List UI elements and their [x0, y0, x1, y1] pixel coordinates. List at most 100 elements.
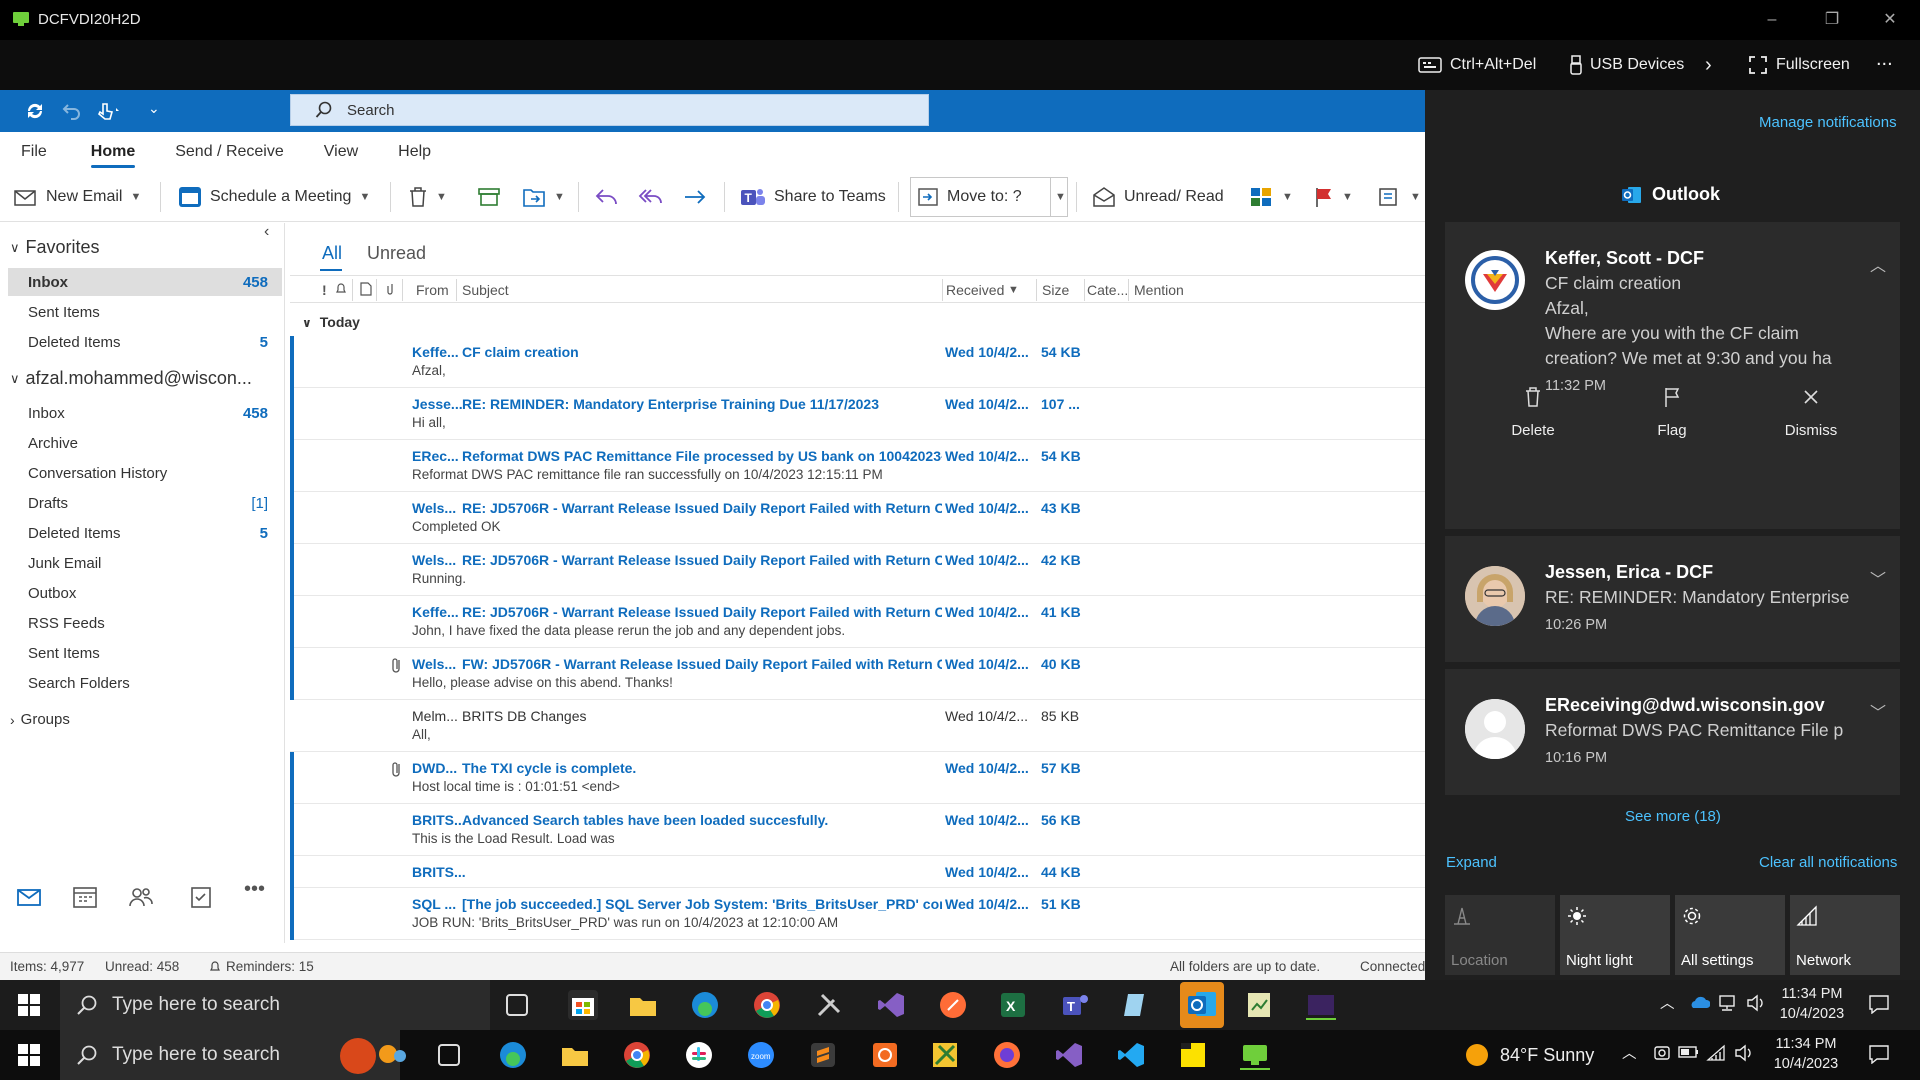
menu-help[interactable]: Help — [387, 132, 442, 172]
chevron-down-icon[interactable]: ▼ — [1342, 191, 1353, 203]
slack-icon[interactable] — [684, 1040, 714, 1070]
mail-icon[interactable] — [16, 884, 42, 910]
volume-icon[interactable] — [1746, 994, 1766, 1012]
postman-icon[interactable] — [938, 990, 968, 1020]
chevron-down-icon[interactable]: ▼ — [359, 191, 370, 203]
network-icon[interactable] — [1718, 994, 1740, 1012]
folder-conversation-history[interactable]: Conversation History — [8, 459, 282, 487]
quick-action-all-settings[interactable]: All settings — [1675, 895, 1785, 975]
store-icon[interactable] — [568, 990, 598, 1020]
collapse-pane-icon[interactable]: ‹ — [264, 223, 269, 241]
account-header[interactable]: ∨ afzal.mohammed@wiscon... — [10, 368, 252, 389]
snip-tool-icon[interactable] — [870, 1040, 900, 1070]
volume-icon[interactable] — [1734, 1044, 1754, 1062]
sort-descending-icon[interactable]: ▼ — [1008, 284, 1019, 296]
usb-devices-button[interactable]: USB Devices — [1570, 54, 1684, 76]
folder-outbox[interactable]: Outbox — [8, 579, 282, 607]
edge-icon[interactable] — [498, 1040, 528, 1070]
chevron-up-icon[interactable]: ︿ — [1622, 1044, 1637, 1064]
onedrive-icon[interactable] — [1688, 994, 1710, 1010]
categorize-button[interactable]: ▼ — [1250, 182, 1293, 212]
importance-column-icon[interactable]: ! — [322, 282, 327, 298]
message-row[interactable]: Wels... FW: JD5706R - Warrant Release Iss… — [290, 648, 1425, 700]
touch-mode-icon[interactable] — [96, 100, 122, 120]
message-row[interactable]: Keffe... RE: JD5706R - Warrant Release Is… — [290, 596, 1425, 648]
groups-header[interactable]: › Groups — [10, 711, 70, 728]
windows-start-icon[interactable] — [18, 1044, 40, 1066]
people-icon[interactable] — [128, 884, 154, 910]
visual-studio-icon[interactable] — [876, 990, 906, 1020]
message-row[interactable]: SQL ... [The job succeeded.] SQL Server J… — [290, 888, 1425, 940]
chevron-down-icon[interactable]: ▼ — [130, 191, 141, 203]
restore-icon[interactable]: ❐ — [1820, 8, 1844, 32]
folder-inbox[interactable]: Inbox 458 — [8, 399, 282, 427]
quick-action-location[interactable]: Location — [1445, 895, 1555, 975]
chevron-up-icon[interactable]: ︿ — [1660, 994, 1675, 1014]
archive-button[interactable] — [478, 182, 500, 212]
column-from[interactable]: From — [416, 282, 449, 298]
column-categories[interactable]: Cate... — [1087, 282, 1128, 298]
action-center-icon[interactable] — [1868, 994, 1890, 1014]
chevron-down-icon[interactable]: ▼ — [1410, 191, 1421, 203]
message-row[interactable]: Wels... RE: JD5706R - Warrant Release Iss… — [290, 492, 1425, 544]
forward-button[interactable] — [682, 182, 708, 212]
outlook-taskbar-icon[interactable] — [1180, 982, 1224, 1028]
manage-notifications-link[interactable]: Manage notifications — [1759, 114, 1897, 131]
folder-sent-items[interactable]: Sent Items — [8, 639, 282, 667]
attachment-column-icon[interactable] — [386, 282, 396, 296]
customize-qat-icon[interactable]: ⌄ — [148, 100, 160, 117]
filter-tab-unread[interactable]: Unread — [367, 243, 426, 264]
quick-action-network[interactable]: Network — [1790, 895, 1900, 975]
chevron-down-icon[interactable]: ﹀ — [1870, 566, 1886, 590]
notification-dismiss-button[interactable]: Dismiss — [1751, 390, 1871, 439]
message-row[interactable]: Wels... RE: JD5706R - Warrant Release Iss… — [290, 544, 1425, 596]
notepad-icon[interactable] — [1120, 990, 1150, 1020]
file-explorer-icon[interactable] — [628, 990, 658, 1020]
message-row[interactable]: BRITS... Wed 10/4/2... 44 KB — [290, 856, 1425, 888]
message-row[interactable]: Melm... BRITS DB Changes Wed 10/4/2... 85 K… — [290, 700, 1425, 752]
message-row[interactable]: DWD... The TXI cycle is complete. Wed 10/4… — [290, 752, 1425, 804]
undo-icon[interactable] — [62, 100, 82, 120]
task-view-icon[interactable] — [438, 1044, 460, 1066]
reminders-status[interactable]: Reminders: 15 — [226, 959, 314, 974]
menu-send-receive[interactable]: Send / Receive — [164, 132, 295, 172]
menu-view[interactable]: View — [313, 132, 369, 172]
notification-flag-button[interactable]: Flag — [1612, 388, 1732, 439]
visual-studio-icon[interactable] — [1054, 1040, 1084, 1070]
folder-search-folders[interactable]: Search Folders — [8, 669, 282, 697]
column-subject[interactable]: Subject — [462, 282, 509, 298]
folder-sent-items-favorite[interactable]: Sent Items — [8, 298, 282, 326]
search-highlight-icon[interactable] — [336, 1034, 408, 1076]
tools-icon[interactable] — [814, 990, 844, 1020]
column-size[interactable]: Size — [1042, 282, 1069, 298]
windows-start-icon[interactable] — [18, 994, 40, 1016]
edge-icon[interactable] — [690, 990, 720, 1020]
fullscreen-button[interactable]: Fullscreen — [1748, 54, 1850, 76]
search-box[interactable]: Search — [290, 94, 929, 126]
folder-junk-email[interactable]: Junk Email — [8, 549, 282, 577]
notification-card[interactable]: Keffer, Scott - DCF CF claim creation Af… — [1445, 222, 1900, 529]
folder-deleted-items[interactable]: Deleted Items 5 — [8, 519, 282, 547]
menu-file[interactable]: File — [10, 132, 58, 172]
favorites-header[interactable]: ∨ Favorites — [10, 237, 100, 258]
action-center-icon[interactable] — [1868, 1044, 1890, 1064]
folder-deleted-items-favorite[interactable]: Deleted Items 5 — [8, 328, 282, 356]
calendar-icon[interactable] — [72, 884, 98, 910]
chevron-right-icon[interactable]: › — [1705, 54, 1712, 76]
remote-desktop-icon[interactable] — [1240, 1040, 1270, 1070]
folder-rss-feeds[interactable]: RSS Feeds — [8, 609, 282, 637]
clock[interactable]: 11:34 PM 10/4/2023 — [1764, 1034, 1848, 1074]
filter-tab-all[interactable]: All — [322, 243, 342, 264]
delete-button[interactable]: ▼ — [408, 182, 447, 212]
taskbar-search-box[interactable]: Type here to search — [60, 980, 490, 1030]
remote-tools-icon[interactable] — [930, 1040, 960, 1070]
task-scheduler-icon[interactable] — [1244, 990, 1274, 1020]
folder-archive[interactable]: Archive — [8, 429, 282, 457]
sticky-notes-icon[interactable] — [1178, 1040, 1208, 1070]
expand-link[interactable]: Expand — [1446, 854, 1497, 871]
group-header-today[interactable]: ∨ Today — [302, 314, 360, 330]
icon-column-icon[interactable] — [360, 282, 372, 296]
quickstep-dropdown[interactable]: ▼ — [1050, 177, 1066, 217]
notification-card[interactable]: Jessen, Erica - DCF RE: REMINDER: Mandat… — [1445, 536, 1900, 662]
reply-all-button[interactable] — [638, 182, 664, 212]
